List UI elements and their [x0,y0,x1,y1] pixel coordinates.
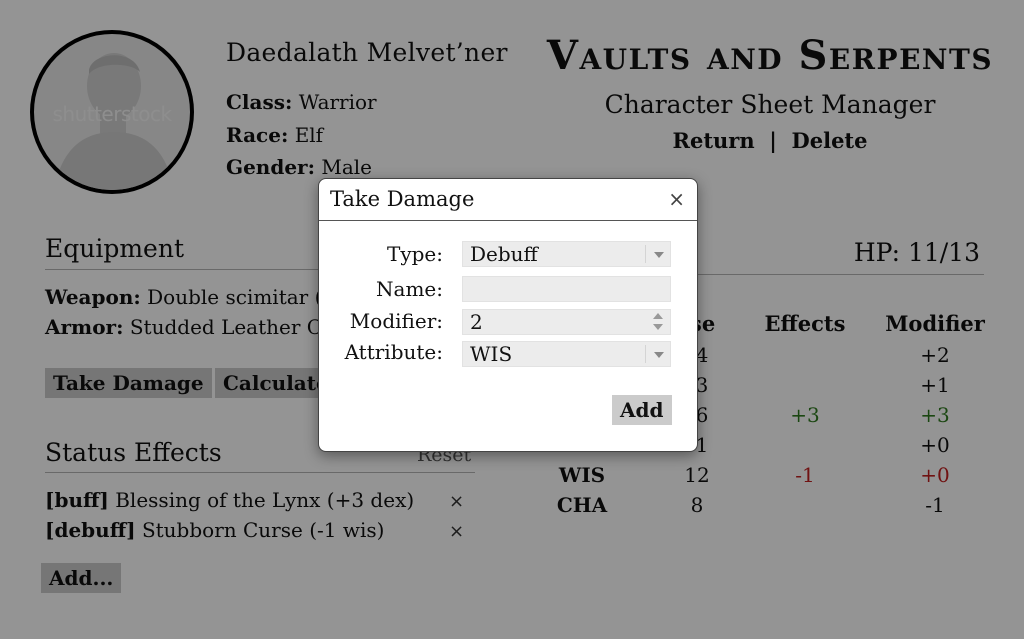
dialog-header-divider [319,220,697,221]
add-button[interactable]: Add [612,395,672,425]
chevron-down-icon [654,352,664,358]
type-select-value: Debuff [470,242,538,266]
attribute-label: Attribute: [344,340,443,364]
select-separator [645,345,646,363]
attribute-select[interactable]: WIS [462,341,671,367]
attribute-select-value: WIS [470,342,513,366]
close-icon[interactable]: × [668,187,685,211]
modifier-stepper[interactable]: 2 [462,309,671,335]
stepper-up-icon[interactable] [653,313,663,319]
type-select[interactable]: Debuff [462,241,671,267]
chevron-down-icon [654,252,664,258]
take-damage-dialog: Take Damage × Type: Debuff Name: Modifie… [318,178,698,452]
type-label: Type: [386,242,443,266]
stepper-down-icon[interactable] [653,324,663,330]
select-separator [645,245,646,263]
modifier-value: 2 [470,310,483,334]
modifier-label: Modifier: [349,309,443,333]
name-label: Name: [376,277,443,301]
name-input[interactable] [462,276,671,302]
dialog-title: Take Damage [330,187,475,211]
